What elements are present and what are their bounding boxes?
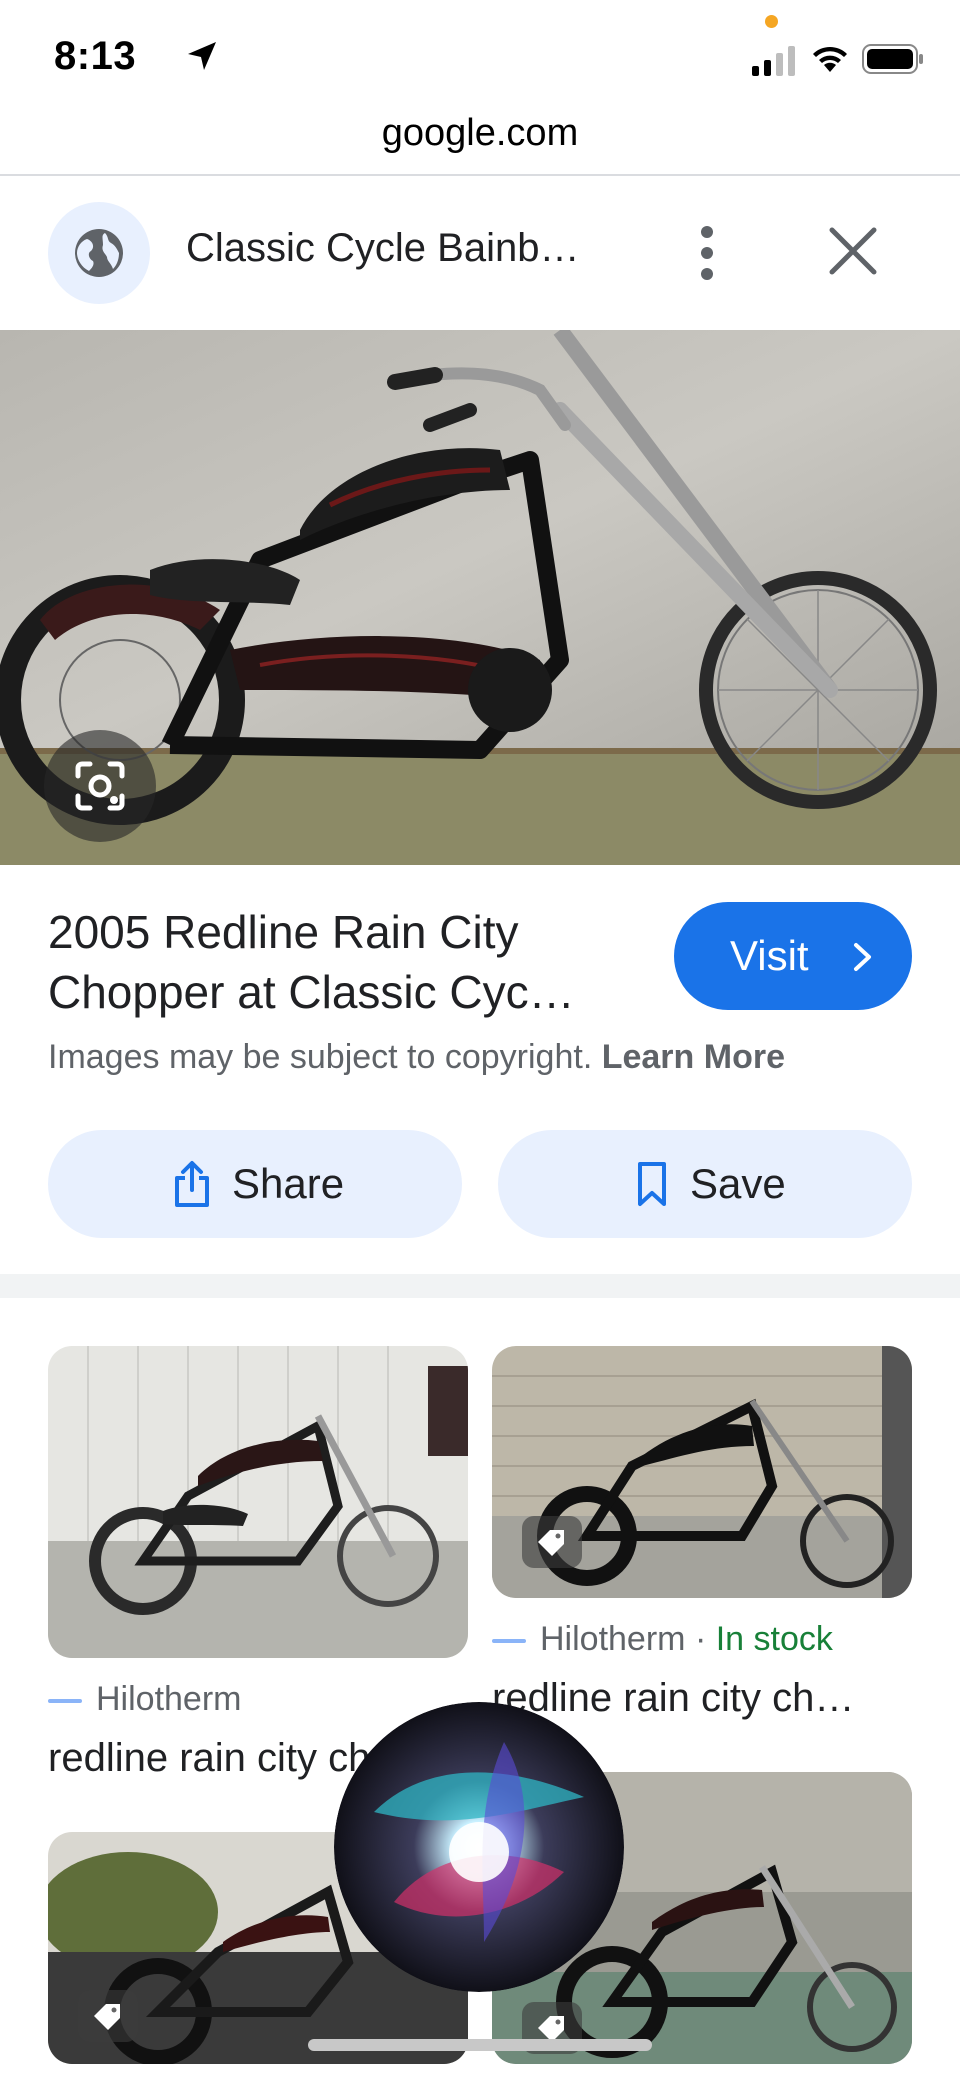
source-title[interactable]: Classic Cycle Bainb… (186, 226, 579, 271)
source-separator: · (694, 1620, 707, 1658)
address-bar[interactable]: google.com (0, 110, 960, 176)
hilotherm-logo-icon (48, 1699, 82, 1704)
related-bike-photo-1 (48, 1346, 468, 1658)
status-bar: 8:13 (0, 0, 960, 110)
related-caption-1[interactable]: redline rain city ch (48, 1736, 370, 1781)
visit-label: Visit (730, 932, 809, 979)
wifi-icon (813, 46, 847, 72)
siri-orb[interactable] (334, 1702, 624, 1992)
result-title-line1: 2005 Redline Rain City (48, 906, 519, 958)
home-indicator[interactable] (308, 2039, 652, 2051)
related-source-2: Hilotherm · In stock (492, 1620, 833, 1659)
in-stock-label: In stock (715, 1620, 833, 1658)
source-name: Hilotherm (540, 1620, 686, 1658)
privacy-indicator-icon (765, 15, 778, 28)
hilotherm-logo-icon (492, 1639, 526, 1644)
result-header: Classic Cycle Bainb… (0, 176, 960, 330)
price-tag-icon (538, 2016, 564, 2042)
bookmark-icon (638, 1162, 666, 1206)
site-favicon (48, 202, 150, 304)
battery-icon (862, 44, 923, 74)
learn-more-link[interactable]: Learn More (602, 1038, 785, 1076)
chevron-right-icon (854, 943, 871, 971)
location-arrow-icon (188, 42, 216, 70)
result-title[interactable]: 2005 Redline Rain City Chopper at Classi… (48, 902, 648, 1022)
hero-image[interactable] (0, 330, 960, 865)
copyright-text: Images may be subject to copyright. (48, 1038, 593, 1076)
result-title-line2: Chopper at Classic Cyc… (48, 966, 575, 1018)
save-label: Save (690, 1160, 786, 1207)
related-caption-2[interactable]: redline rain city ch… (492, 1676, 854, 1721)
cellular-signal-icon (752, 46, 795, 76)
related-image-1[interactable] (48, 1346, 468, 1658)
more-options-icon[interactable] (692, 224, 722, 282)
siri-icon (334, 1702, 624, 1992)
copyright-notice: Images may be subject to copyright. Lear… (48, 1038, 785, 1077)
source-name: Hilotherm (96, 1680, 242, 1718)
related-image-2[interactable] (492, 1346, 912, 1598)
globe-icon (75, 229, 123, 277)
share-button[interactable]: Share (48, 1130, 462, 1238)
price-tag-icon (538, 1530, 564, 1556)
section-divider (0, 1274, 960, 1298)
save-button[interactable]: Save (498, 1130, 912, 1238)
share-label: Share (232, 1160, 345, 1207)
visit-button[interactable]: Visit (674, 902, 912, 1010)
url-text: google.com (381, 112, 579, 154)
price-tag-icon (94, 2004, 120, 2030)
share-icon (175, 1161, 209, 1207)
product-tag-badge (78, 1990, 138, 2042)
google-lens-button[interactable] (44, 730, 156, 842)
related-source-1: Hilotherm (48, 1680, 241, 1719)
close-icon[interactable] (826, 224, 880, 278)
product-tag-badge (522, 1516, 582, 1568)
status-time: 8:13 (54, 34, 137, 78)
lens-icon (75, 761, 125, 811)
